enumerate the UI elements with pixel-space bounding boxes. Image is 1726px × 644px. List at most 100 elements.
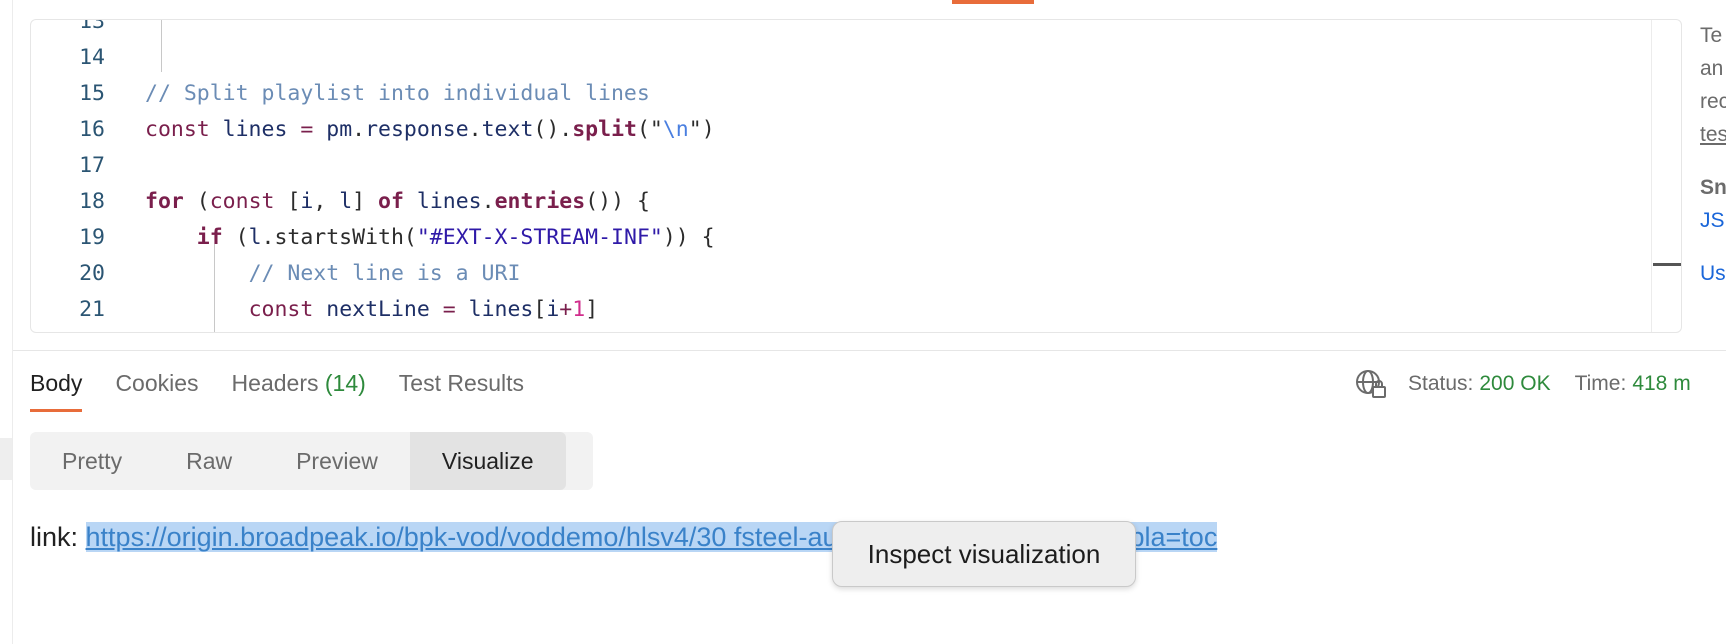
code-token: )) { xyxy=(662,225,715,250)
status-label: Status: xyxy=(1408,372,1474,395)
line-number: 18 xyxy=(79,189,105,214)
inspect-visualization-menu-item[interactable]: Inspect visualization xyxy=(832,521,1136,587)
active-tab-indicator xyxy=(952,0,1034,4)
code-token: ()) { xyxy=(585,189,650,214)
tab-label: Test Results xyxy=(398,370,525,396)
code-token: . xyxy=(352,117,366,142)
code-token: text xyxy=(481,117,534,142)
side-text-line: rec xyxy=(1700,90,1726,113)
code-line[interactable]: 15 // Split playlist into individual line… xyxy=(31,76,1651,112)
tab-label: Cookies xyxy=(115,370,199,396)
code-token: . xyxy=(481,189,495,214)
view-pretty-button[interactable]: Pretty xyxy=(30,432,154,490)
code-line[interactable]: 13 xyxy=(31,19,1651,40)
indent-guide xyxy=(161,20,162,72)
code-token: of xyxy=(378,189,404,214)
code-token: i xyxy=(546,297,560,322)
code-line[interactable]: 18 for (const [i, l] of lines.entries()) … xyxy=(31,184,1651,220)
snippet-link[interactable]: Us xyxy=(1700,257,1726,290)
response-status-bar: Status: 200 OK Time: 418 m xyxy=(1354,366,1715,402)
code-token: = xyxy=(287,117,327,142)
code-text: for (const [i, l] of lines.entries()) { xyxy=(145,184,650,220)
code-token: "#EXT-X-STREAM-INF" xyxy=(416,225,663,250)
code-token: 1 xyxy=(572,297,586,322)
status-value[interactable]: 200 OK xyxy=(1479,372,1550,396)
tab-label: Body xyxy=(30,370,83,396)
postman-window: 13 14 15 // Split playlist into individual … xyxy=(0,0,1726,644)
code-lines: 13 14 15 // Split playlist into individual … xyxy=(31,19,1651,328)
code-token: ") xyxy=(688,117,715,142)
code-token: [ xyxy=(274,189,301,214)
view-preview-button[interactable]: Preview xyxy=(264,432,410,490)
tab-cookies[interactable]: Cookies xyxy=(115,362,198,412)
line-number: 14 xyxy=(79,45,105,70)
side-text-line: Te xyxy=(1700,24,1723,47)
code-token: (). xyxy=(533,117,573,142)
tab-headers[interactable]: Headers (14) xyxy=(232,362,366,412)
code-token: const xyxy=(145,117,223,142)
line-number: 16 xyxy=(79,117,105,142)
code-token: l xyxy=(248,225,262,250)
left-sidebar-strip xyxy=(0,0,13,644)
code-text: const lines = pm.response.text().split("… xyxy=(145,112,715,148)
code-line[interactable]: 16 const lines = pm.response.text().split… xyxy=(31,112,1651,148)
snippets-panel: Te an rec tes Sn JS Us xyxy=(1700,19,1726,319)
code-token: ] xyxy=(585,297,599,322)
code-text: // Next line is a URI xyxy=(145,256,521,292)
snippets-heading: Sn xyxy=(1700,176,1726,199)
code-token: l xyxy=(339,189,353,214)
code-token: // Split playlist into individual lines xyxy=(145,81,650,106)
code-token: const xyxy=(248,297,314,322)
code-token: i xyxy=(300,189,314,214)
code-token: lines xyxy=(416,189,482,214)
code-token: [ xyxy=(533,297,547,322)
code-line[interactable]: 20 // Next line is a URI xyxy=(31,256,1651,292)
view-raw-button[interactable]: Raw xyxy=(154,432,264,490)
code-token: + xyxy=(559,297,573,322)
link-label: link: xyxy=(30,522,79,552)
code-line[interactable]: 19 if (l.startsWith("#EXT-X-STREAM-INF")… xyxy=(31,220,1651,256)
code-text: if (l.startsWith("#EXT-X-STREAM-INF")) { xyxy=(145,220,715,256)
editor-scrollbar-track[interactable] xyxy=(1651,20,1652,332)
editor-scroll-thumb[interactable] xyxy=(1653,263,1681,266)
pane-divider[interactable] xyxy=(13,350,1726,351)
code-token: ( xyxy=(183,189,210,214)
code-token: lines xyxy=(468,297,534,322)
tab-label: Headers xyxy=(231,370,319,396)
test-script-editor[interactable]: 13 14 15 // Split playlist into individual … xyxy=(30,19,1682,333)
code-text: const nextLine = lines[i+1] xyxy=(145,292,599,328)
code-token: lines xyxy=(222,117,288,142)
time-value[interactable]: 418 m xyxy=(1632,372,1690,396)
code-line[interactable]: 14 xyxy=(31,40,1651,76)
response-tabs: Body Cookies Headers (14) Test Results xyxy=(30,362,557,412)
tab-test-results[interactable]: Test Results xyxy=(399,362,524,412)
line-number: 17 xyxy=(79,153,105,178)
code-token: nextLine xyxy=(326,297,430,322)
snippet-link[interactable]: JS xyxy=(1700,204,1726,237)
code-token: // Next line is a URI xyxy=(248,261,521,286)
network-globe-lock-icon[interactable] xyxy=(1354,368,1388,400)
side-text-line: an xyxy=(1700,57,1724,80)
code-token: . xyxy=(468,117,482,142)
line-number: 13 xyxy=(79,19,105,34)
line-number: 20 xyxy=(79,261,105,286)
code-token: response xyxy=(365,117,469,142)
tab-body[interactable]: Body xyxy=(30,362,83,412)
body-view-toggle: Pretty Raw Preview Visualize xyxy=(30,432,593,490)
code-token: ] xyxy=(352,189,379,214)
view-visualize-button[interactable]: Visualize xyxy=(409,432,566,490)
line-number: 21 xyxy=(79,297,105,322)
headers-count: (14) xyxy=(324,370,366,396)
code-token: if xyxy=(196,225,223,250)
code-token: (" xyxy=(636,117,663,142)
indent-guide xyxy=(214,244,215,332)
side-docs-link[interactable]: tes xyxy=(1700,118,1726,151)
code-line[interactable]: 21 const nextLine = lines[i+1] xyxy=(31,292,1651,328)
line-number: 15 xyxy=(79,81,105,106)
code-line[interactable]: 17 xyxy=(31,148,1651,184)
